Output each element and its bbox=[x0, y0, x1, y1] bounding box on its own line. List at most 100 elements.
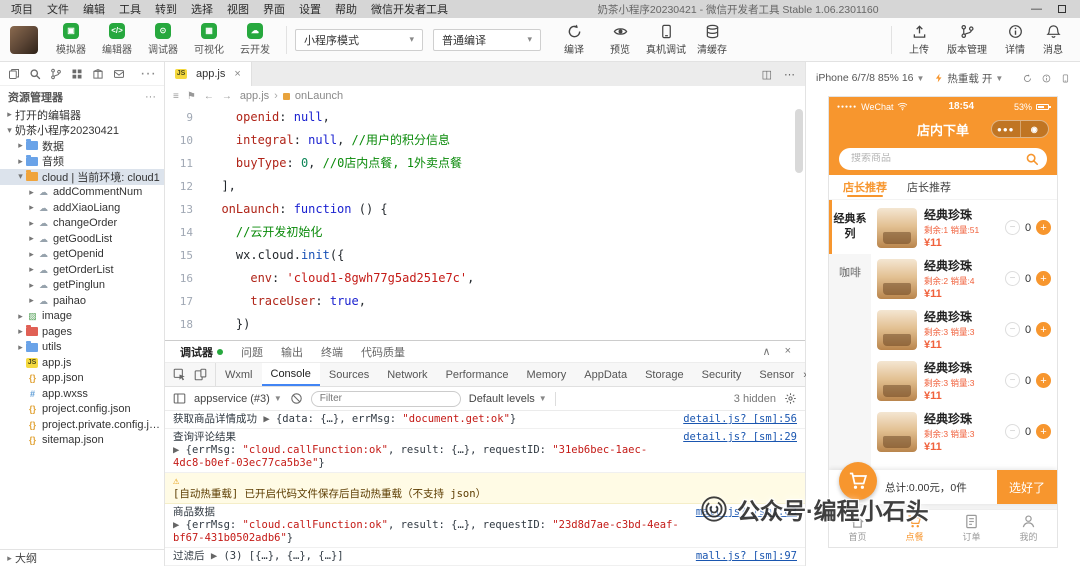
debugger-tab-输出[interactable]: 输出 bbox=[272, 344, 312, 360]
device-toolbar-icon[interactable] bbox=[194, 368, 207, 381]
devtools-tab-Sensor[interactable]: Sensor bbox=[750, 363, 803, 386]
minus-button[interactable]: − bbox=[1005, 271, 1020, 286]
devtools-tab-Sources[interactable]: Sources bbox=[320, 363, 378, 386]
simulator-info-icon[interactable] bbox=[1042, 72, 1051, 85]
console-sidebar-icon[interactable] bbox=[173, 392, 186, 405]
toolbar-editor-button[interactable]: </> 编辑器 bbox=[94, 20, 140, 60]
tree-item[interactable]: ▸ ☁ paihao bbox=[0, 293, 164, 309]
nav-forward-icon[interactable]: → bbox=[222, 91, 232, 102]
phone-tab-我的[interactable]: 我的 bbox=[1000, 510, 1057, 547]
mail-icon[interactable] bbox=[113, 68, 125, 80]
tree-item[interactable]: ▸ ☁ getGoodList bbox=[0, 231, 164, 247]
minus-button[interactable]: − bbox=[1005, 373, 1020, 388]
phone-tab-订单[interactable]: 订单 bbox=[943, 510, 1000, 547]
console-source-link[interactable]: detail.js? [sm]:29 bbox=[683, 431, 797, 470]
debugger-tab-终端[interactable]: 终端 bbox=[312, 344, 352, 360]
debugger-tab-调试器[interactable]: 调试器 bbox=[171, 344, 232, 360]
tree-item[interactable]: ▸ ▨ image bbox=[0, 309, 164, 325]
capsule-close-icon[interactable]: ◉ bbox=[1021, 121, 1049, 137]
search-icon[interactable] bbox=[1025, 152, 1039, 166]
explorer-more-icon[interactable]: ··· bbox=[145, 91, 156, 103]
preview-button[interactable]: 预览 bbox=[597, 20, 643, 60]
toolbar-visualizer-button[interactable]: ▦ 可视化 bbox=[186, 20, 232, 60]
console-source-link[interactable]: mall.js? [sm]:63 bbox=[696, 506, 797, 545]
cart-button[interactable] bbox=[839, 462, 877, 500]
git-branch-icon[interactable] bbox=[50, 68, 62, 80]
code-editor[interactable]: 9 openid: null, 10 integral: null, //用户的积… bbox=[165, 106, 805, 340]
category-item[interactable]: 经典系列 bbox=[829, 200, 871, 254]
plus-button[interactable]: + bbox=[1036, 271, 1051, 286]
menu-item[interactable]: 编辑 bbox=[76, 1, 112, 17]
tree-item[interactable]: ▸ ☁ getPinglun bbox=[0, 278, 164, 294]
minus-button[interactable]: − bbox=[1005, 424, 1020, 439]
tree-item[interactable]: ▸ 打开的编辑器 bbox=[0, 107, 164, 123]
plus-button[interactable]: + bbox=[1036, 373, 1051, 388]
tree-item[interactable]: ▸ utils bbox=[0, 340, 164, 356]
console-filter-input[interactable] bbox=[310, 390, 461, 407]
code-line[interactable]: 10 integral: null, //用户的积分信息 bbox=[165, 129, 805, 152]
minus-button[interactable]: − bbox=[1005, 220, 1020, 235]
split-editor-icon[interactable]: ◫ bbox=[762, 68, 772, 81]
nav-back-icon[interactable]: ← bbox=[204, 91, 214, 102]
outline-menu-icon[interactable]: ≡ bbox=[173, 91, 179, 102]
tree-item[interactable]: JS app.js bbox=[0, 355, 164, 371]
device-frame-icon[interactable] bbox=[1061, 72, 1070, 85]
toolbar-simulator-button[interactable]: ▣ 模拟器 bbox=[48, 20, 94, 60]
compile-button[interactable]: 编译 bbox=[551, 20, 597, 60]
console-settings-icon[interactable] bbox=[784, 392, 797, 405]
toolbar-debugger-button[interactable]: ⊙ 调试器 bbox=[140, 20, 186, 60]
breadcrumb-item[interactable]: app.js bbox=[240, 90, 269, 102]
code-line[interactable]: 16 env: 'cloud1-8gwh77g5ad251e7c', bbox=[165, 267, 805, 290]
devtools-tab-Network[interactable]: Network bbox=[378, 363, 436, 386]
phone-tab-首页[interactable]: 首页 bbox=[829, 510, 886, 547]
toolbar-clouddev-button[interactable]: ☁ 云开发 bbox=[232, 20, 278, 60]
close-tab-icon[interactable]: × bbox=[234, 68, 240, 80]
clear-console-icon[interactable] bbox=[290, 392, 303, 405]
menu-item[interactable]: 文件 bbox=[40, 1, 76, 17]
version-button[interactable]: 版本管理 bbox=[938, 20, 996, 60]
tree-item[interactable]: ▸ 音频 bbox=[0, 154, 164, 170]
menu-item[interactable]: 项目 bbox=[4, 1, 40, 17]
tab-appjs[interactable]: JS app.js × bbox=[165, 62, 252, 86]
menu-item[interactable]: 微信开发者工具 bbox=[364, 1, 455, 17]
search-icon[interactable] bbox=[29, 68, 41, 80]
tree-item[interactable]: ▸ 数据 bbox=[0, 138, 164, 154]
grid-icon[interactable] bbox=[71, 68, 83, 80]
tree-item[interactable]: {} sitemap.json bbox=[0, 433, 164, 449]
plus-button[interactable]: + bbox=[1036, 322, 1051, 337]
devtools-tab-AppData[interactable]: AppData bbox=[575, 363, 636, 386]
tree-item[interactable]: ▾ 奶茶小程序20230421 bbox=[0, 123, 164, 139]
tree-item[interactable]: ▸ pages bbox=[0, 324, 164, 340]
files-icon[interactable] bbox=[8, 68, 20, 80]
tree-item[interactable]: ▸ ☁ getOpenid bbox=[0, 247, 164, 263]
devtools-tab-Storage[interactable]: Storage bbox=[636, 363, 693, 386]
hot-reload-toggle[interactable]: 热重载 开 ▼ bbox=[934, 71, 1003, 86]
clear-cache-button[interactable]: 清缓存 bbox=[689, 20, 735, 60]
tree-item[interactable]: ▸ ☁ addXiaoLiang bbox=[0, 200, 164, 216]
search-field[interactable] bbox=[851, 153, 1025, 164]
avatar[interactable] bbox=[10, 25, 38, 54]
device-select[interactable]: iPhone 6/7/8 85% 16 ▼ bbox=[816, 72, 924, 84]
menu-item[interactable]: 转到 bbox=[148, 1, 184, 17]
tree-item[interactable]: ▸ ☁ getOrderList bbox=[0, 262, 164, 278]
compile-mode-select[interactable]: 普通编译 ▾ bbox=[433, 28, 541, 51]
log-levels-select[interactable]: Default levels ▼ bbox=[469, 393, 547, 405]
console-source-link[interactable]: detail.js? [sm]:56 bbox=[683, 413, 797, 426]
inspect-element-icon[interactable] bbox=[173, 368, 186, 381]
menu-item[interactable]: 界面 bbox=[256, 1, 292, 17]
tree-item[interactable]: # app.wxss bbox=[0, 386, 164, 402]
breadcrumb-item[interactable]: onLaunch bbox=[295, 90, 343, 102]
debugger-tab-问题[interactable]: 问题 bbox=[232, 344, 272, 360]
menu-item[interactable]: 工具 bbox=[112, 1, 148, 17]
code-line[interactable]: 14 //云开发初始化 bbox=[165, 221, 805, 244]
tree-item[interactable]: ▾ cloud | 当前环境: cloud1 bbox=[0, 169, 164, 185]
tree-item[interactable]: {} project.private.config.json bbox=[0, 417, 164, 433]
outline-section[interactable]: ▸ 大纲 bbox=[0, 549, 164, 566]
menu-item[interactable]: 选择 bbox=[184, 1, 220, 17]
code-line[interactable]: 9 openid: null, bbox=[165, 106, 805, 129]
menu-item[interactable]: 设置 bbox=[292, 1, 328, 17]
upload-button[interactable]: 上传 bbox=[900, 20, 938, 60]
code-line[interactable]: 11 buyType: 0, //0店内点餐, 1外卖点餐 bbox=[165, 152, 805, 175]
minimize-button[interactable]: — bbox=[1031, 3, 1042, 15]
execution-context-select[interactable]: appservice (#3) ▼ bbox=[194, 393, 282, 405]
